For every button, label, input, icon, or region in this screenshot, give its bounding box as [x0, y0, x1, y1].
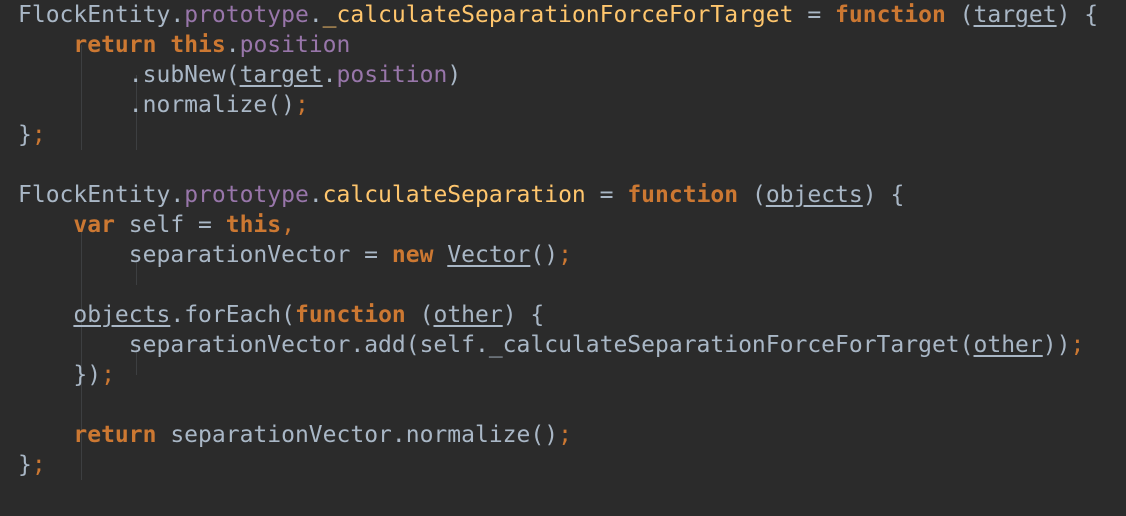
code-token-default: }: [18, 452, 32, 478]
code-token-default: (self.: [405, 332, 489, 358]
code-token-default: (: [281, 302, 295, 328]
code-line[interactable]: };: [18, 450, 46, 480]
code-token-default: =: [585, 182, 628, 208]
code-line[interactable]: .normalize();: [18, 90, 309, 120]
code-area[interactable]: FlockEntity.prototype._calculateSeparati…: [0, 0, 1126, 516]
code-line[interactable]: return separationVector.normalize();: [18, 420, 572, 450]
code-token-field: position: [239, 32, 351, 58]
code-token-default: [18, 422, 73, 448]
code-token-field: prototype: [184, 182, 309, 208]
code-token-default: [18, 32, 73, 58]
code-token-param: other: [433, 302, 503, 328]
code-line[interactable]: return this.position: [18, 30, 350, 60]
code-editor[interactable]: FlockEntity.prototype._calculateSeparati…: [0, 0, 1126, 516]
code-token-default: FlockEntity: [18, 182, 171, 208]
code-token-func: calculateSeparation: [322, 182, 586, 208]
code-token-keyword: return: [73, 32, 157, 58]
code-token-default: ) {: [502, 302, 545, 328]
code-token-param: target: [973, 2, 1057, 28]
code-token-punct: ;: [558, 422, 572, 448]
code-token-keyword: function: [835, 2, 946, 28]
code-token-default: FlockEntity: [18, 2, 171, 28]
code-token-default: (: [945, 2, 974, 28]
code-token-default: .: [170, 182, 185, 208]
code-token-default: [156, 32, 170, 58]
code-token-punct: ;: [31, 122, 46, 148]
code-token-keyword: this: [170, 32, 226, 58]
code-token-default: ) {: [862, 182, 905, 208]
code-token-default: normalize: [405, 422, 531, 448]
code-line[interactable]: FlockEntity.prototype.calculateSeparatio…: [18, 180, 904, 210]
code-token-default: .: [18, 92, 143, 118]
code-token-punct: ;: [558, 242, 572, 268]
code-token-param: other: [973, 332, 1043, 358]
code-token-default: normalize: [142, 92, 268, 118]
code-token-default: .: [18, 62, 143, 88]
code-token-default: separationVector.: [18, 332, 365, 358]
code-token-default: ): [447, 62, 462, 88]
code-token-default: [18, 212, 73, 238]
code-token-keyword: return: [73, 422, 157, 448]
code-token-param: target: [239, 62, 323, 88]
code-token-default: subNew: [142, 62, 226, 88]
code-line[interactable]: .subNew(target.position): [18, 60, 461, 90]
code-token-param: Vector: [447, 242, 531, 268]
code-token-punct: ;: [1070, 332, 1085, 358]
code-line[interactable]: var self = this,: [18, 210, 295, 240]
code-line[interactable]: });: [18, 360, 115, 390]
code-token-keyword: var: [73, 212, 115, 238]
code-token-punct: ;: [294, 92, 309, 118]
code-token-punct: ,: [281, 212, 295, 238]
code-token-default: =: [793, 2, 836, 28]
code-token-keyword: function: [627, 182, 739, 208]
code-line[interactable]: };: [18, 120, 46, 150]
code-token-default: self =: [114, 212, 226, 238]
code-token-default: add: [364, 332, 406, 358]
code-token-default: .: [322, 62, 337, 88]
code-token-default: .: [225, 32, 240, 58]
code-token-default: ) {: [1056, 2, 1099, 28]
code-token-default: (): [530, 242, 559, 268]
code-token-default: [433, 242, 447, 268]
code-token-punct: ;: [101, 362, 115, 388]
code-token-default: .: [170, 2, 185, 28]
code-token-default: }: [18, 122, 32, 148]
code-token-default: .: [308, 182, 323, 208]
code-token-default: separationVector =: [18, 242, 392, 268]
code-token-default: (: [959, 332, 974, 358]
code-line[interactable]: FlockEntity.prototype._calculateSeparati…: [18, 0, 1098, 30]
code-token-default: _calculateSeparationForceForTarget: [488, 332, 960, 358]
code-token-default: forEach: [184, 302, 282, 328]
code-token-keyword: function: [294, 302, 406, 328]
code-token-default: }): [18, 362, 102, 388]
code-line[interactable]: separationVector.add(self._calculateSepa…: [18, 330, 1085, 360]
code-token-keyword: this: [225, 212, 282, 238]
code-line[interactable]: separationVector = new Vector();: [18, 240, 572, 270]
code-token-param: objects: [73, 302, 171, 328]
code-token-default: (: [225, 62, 240, 88]
code-token-field: prototype: [184, 2, 309, 28]
code-token-default: separationVector.: [156, 422, 406, 448]
code-token-default: (: [405, 302, 434, 328]
code-token-default: [18, 302, 73, 328]
code-token-default: (): [530, 422, 559, 448]
code-token-default: (: [738, 182, 766, 208]
code-token-default: )): [1042, 332, 1071, 358]
code-token-keyword: new: [391, 242, 434, 268]
code-token-default: .: [308, 2, 323, 28]
code-token-param: objects: [765, 182, 863, 208]
code-token-default: .: [170, 302, 185, 328]
code-token-func: _calculateSeparationForceForTarget: [322, 2, 794, 28]
code-token-field: position: [336, 62, 448, 88]
code-line[interactable]: objects.forEach(function (other) {: [18, 300, 544, 330]
code-token-punct: ;: [31, 452, 46, 478]
code-token-default: (): [267, 92, 295, 118]
